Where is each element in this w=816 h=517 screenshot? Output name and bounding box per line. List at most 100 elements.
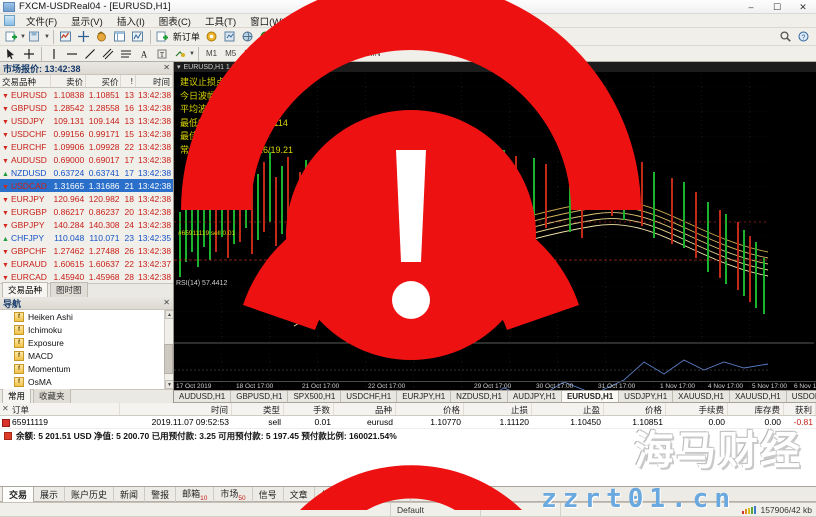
th-sl[interactable]: 止损	[464, 403, 532, 415]
market-watch-row-usdchf[interactable]: ▼USDCHF0.991560.991711513:42:38	[0, 127, 173, 140]
autoscroll-icon[interactable]	[463, 29, 479, 45]
chart-tab-nzdusd-h1[interactable]: NZDUSD,H1	[451, 391, 508, 402]
navigator-item-macd[interactable]: fMACD	[0, 349, 173, 362]
fibonacci-icon[interactable]	[118, 46, 134, 62]
new-order-group[interactable]: 新订单	[154, 29, 203, 45]
th-order[interactable]: 订单	[0, 403, 120, 415]
chart-tab-gbpusd-h1[interactable]: GBPUSD,H1	[231, 391, 288, 402]
market-watch-row-chfjpy[interactable]: ▲CHFJPY110.048110.0712313:42:35	[0, 231, 173, 244]
bottom-tab-代码库[interactable]: 代码库	[315, 487, 355, 502]
scroll-down-icon[interactable]: ▼	[165, 380, 173, 389]
timeframe-m5[interactable]: M5	[222, 48, 239, 59]
navigator-item-momentum[interactable]: fMomentum	[0, 362, 173, 375]
chart-tab-audjpy-h1[interactable]: AUDJPY,H1	[508, 391, 562, 402]
bottom-tab-EA[interactable]: EA	[355, 488, 380, 500]
scroll-thumb[interactable]	[164, 344, 173, 374]
globe-icon[interactable]	[240, 29, 256, 45]
market-watch-row-gbpchf[interactable]: ▼GBPCHF1.274621.274882613:42:38	[0, 244, 173, 257]
th-commission[interactable]: 手续费	[666, 403, 728, 415]
timeframe-mn[interactable]: MN	[365, 48, 383, 59]
menu-item-charts[interactable]: 图表(C)	[152, 13, 198, 29]
menu-item-tools[interactable]: 工具(T)	[198, 13, 243, 29]
chart-tab-xauusd-h1[interactable]: XAUUSD,H1	[673, 391, 730, 402]
bottom-tab-账户历史[interactable]: 账户历史	[65, 487, 114, 502]
zoom-in-icon[interactable]	[384, 29, 400, 45]
th-symbol[interactable]: 品种	[334, 403, 396, 415]
navigator-item-osma[interactable]: fOsMA	[0, 375, 173, 388]
th-profit[interactable]: 获利	[784, 403, 816, 415]
help-icon[interactable]: ?	[795, 29, 811, 45]
navigator-item-parabolic[interactable]: fParabolic	[0, 388, 173, 389]
market-watch-row-eurchf[interactable]: ▼EURCHF1.099061.099282213:42:38	[0, 140, 173, 153]
market-watch-row-euraud[interactable]: ▼EURAUD1.606151.606372213:42:37	[0, 257, 173, 270]
th-type[interactable]: 类型	[232, 403, 284, 415]
text-icon[interactable]: A	[136, 46, 152, 62]
chart-tab-xauusd-h1[interactable]: XAUUSD,H1	[730, 391, 787, 402]
timeframe-m30[interactable]: M30	[265, 48, 287, 59]
cursor-icon[interactable]	[3, 46, 19, 62]
vertical-line-icon[interactable]	[46, 46, 62, 62]
maximize-button[interactable]: ☐	[764, 0, 790, 14]
chart-tab-spx500-h1[interactable]: SPX500,H1	[288, 391, 341, 402]
chart-tab-usdjpy-h1[interactable]: USDJPY,H1	[619, 391, 673, 402]
text-label-icon[interactable]: T	[154, 46, 170, 62]
arrows-icon[interactable]	[172, 46, 188, 62]
timeframe-m1[interactable]: M1	[203, 48, 220, 59]
autotrade-label[interactable]: 自动交易	[275, 30, 315, 43]
autotrade-icon[interactable]	[258, 29, 274, 45]
mw-tab-ticks[interactable]: 图时图	[50, 282, 88, 297]
scroll-up-icon[interactable]: ▲	[165, 310, 173, 319]
save-icon[interactable]	[27, 29, 43, 45]
grid-icon[interactable]	[420, 29, 436, 45]
navigator-list[interactable]: fHeiken AshifIchimokufExposurefMACDfMome…	[0, 310, 173, 389]
arrows-group[interactable]: ▼	[171, 46, 195, 62]
market-watch-row-gbpusd[interactable]: ▼GBPUSD1.285421.285581613:42:38	[0, 101, 173, 114]
close-button[interactable]: ✕	[790, 0, 816, 14]
timeframe-w1[interactable]: W1	[345, 48, 363, 59]
market-watch-row-usdcad[interactable]: ▼USDCAD1.316651.316862113:42:38	[0, 179, 173, 192]
market-watch-close-icon[interactable]: ✕	[163, 63, 170, 72]
data-window-icon[interactable]	[112, 29, 128, 45]
properties-icon[interactable]	[529, 29, 545, 45]
column-spread[interactable]: !	[121, 75, 136, 87]
th-swap[interactable]: 库存费	[728, 403, 784, 415]
chart-tab-strip[interactable]: AUDUSD,H1GBPUSD,H1SPX500,H1USDCHF,H1EURJ…	[174, 390, 816, 403]
chart-tab-eurusd-h1[interactable]: EURUSD,H1	[562, 391, 619, 402]
menu-item-file[interactable]: 文件(F)	[19, 13, 64, 29]
profiles-group[interactable]: ▼	[26, 29, 50, 45]
autotrade-group[interactable]: 自动交易	[257, 29, 315, 45]
market-watch-row-eurjpy[interactable]: ▼EURJPY120.964120.9821813:42:38	[0, 192, 173, 205]
th-time[interactable]: 时间	[120, 403, 232, 415]
navigator-close-icon[interactable]: ✕	[163, 298, 170, 307]
menu-item-help[interactable]: 帮助(H)	[291, 13, 337, 29]
bar-chart-icon[interactable]	[323, 29, 339, 45]
market-watch-row-nzdusd[interactable]: ▲NZDUSD0.637240.637411713:42:38	[0, 166, 173, 179]
bottom-tab-市场[interactable]: 市场50	[214, 486, 252, 503]
crosshair-icon[interactable]	[76, 29, 92, 45]
bottom-tab-新闻[interactable]: 新闻	[114, 487, 145, 502]
chart-tab-eurjpy-h1[interactable]: EURJPY,H1	[397, 391, 451, 402]
line-chart-icon[interactable]	[359, 29, 375, 45]
navigator-items[interactable]: fHeiken AshifIchimokufExposurefMACDfMome…	[0, 310, 173, 389]
market-watch-row-eurgbp[interactable]: ▼EURGBP0.862170.862372013:42:38	[0, 205, 173, 218]
bottom-tab-文章[interactable]: 文章	[284, 487, 315, 502]
zoom-out-icon[interactable]	[402, 29, 418, 45]
period-clock-icon[interactable]	[505, 29, 521, 45]
properties-group[interactable]: ▼	[528, 29, 552, 45]
templates-icon[interactable]	[481, 29, 497, 45]
navigator-item-heiken-ashi[interactable]: fHeiken Ashi	[0, 310, 173, 323]
channel-icon[interactable]	[100, 46, 116, 62]
chart-tab-usdollar-h1[interactable]: USDOLLAR,H1	[787, 391, 816, 402]
indicators-icon[interactable]	[58, 29, 74, 45]
time-axis[interactable]: 17 Oct 2019 18 Oct 17:00 21 Oct 17:00 22…	[174, 381, 816, 390]
bottom-tab-警报[interactable]: 警报	[145, 487, 176, 502]
timeframe-h4[interactable]: H4	[309, 48, 325, 59]
column-symbol[interactable]: 交易品种	[0, 75, 51, 87]
new-chart-icon[interactable]	[3, 29, 19, 45]
minimize-button[interactable]: –	[738, 0, 764, 14]
column-ask[interactable]: 买价	[86, 75, 121, 87]
market-watch-rows[interactable]: ▼EURUSD1.108381.108511313:42:38▼GBPUSD1.…	[0, 88, 173, 283]
terminal-close-icon[interactable]: ✕	[2, 404, 9, 413]
timeframe-m15[interactable]: M15	[241, 48, 263, 59]
status-profile[interactable]: Default	[390, 503, 480, 517]
